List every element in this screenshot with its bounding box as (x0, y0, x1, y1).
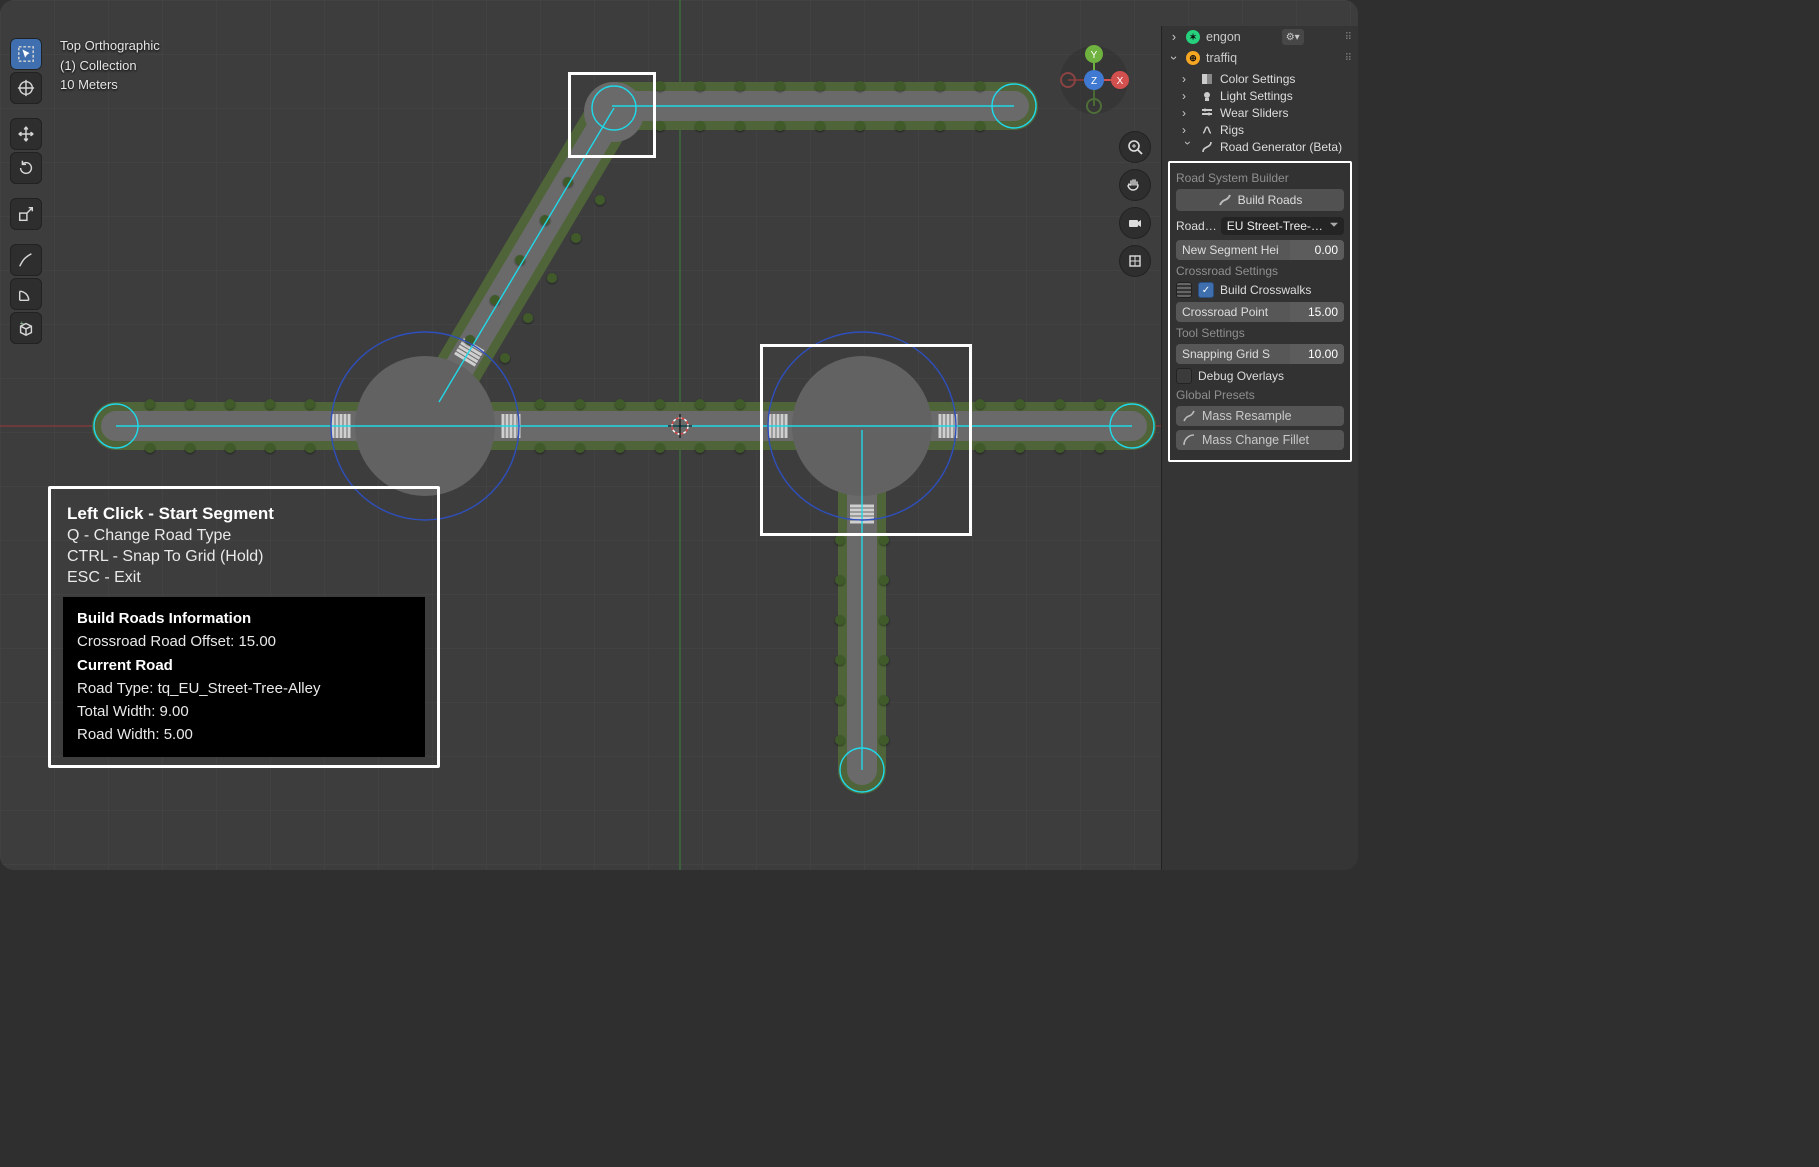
mass-change-fillet-button[interactable]: Mass Change Fillet (1176, 430, 1344, 450)
traffiq-subpanel: ›Color Settings ›Light Settings ›Wear Sl… (1162, 68, 1358, 157)
section-global-presets: Global Presets (1176, 388, 1344, 402)
road-type-dropdown[interactable]: EU Street-Tree-… (1221, 217, 1344, 235)
add-cube-tool[interactable]: + (10, 312, 42, 344)
section-crossroad: Crossroad Settings (1176, 264, 1344, 278)
shortcut-ctrl: CTRL - Snap To Grid (Hold) (67, 548, 421, 566)
engon-icon: ✶ (1186, 30, 1200, 44)
persp-ortho-icon[interactable] (1120, 246, 1150, 276)
camera-icon[interactable] (1120, 208, 1150, 238)
sub-color-settings[interactable]: ›Color Settings (1182, 70, 1352, 87)
addon-traffiq-label: traffiq (1206, 51, 1237, 65)
move-tool[interactable] (10, 118, 42, 150)
drag-grip-icon[interactable]: ⠿ (1345, 32, 1352, 43)
crosswalk-icon (1176, 282, 1192, 298)
info-total-width: Total Width: 9.00 (77, 700, 411, 723)
tool-shelf: + (10, 38, 42, 344)
info-current-road: Current Road (77, 654, 411, 677)
shortcut-q: Q - Change Road Type (67, 527, 421, 545)
road-type-label: Road… (1176, 219, 1217, 233)
n-panel: › ✶ engon ⚙▾ ⠿ › ⊕ traffiq ⠿ ›Color Sett… (1161, 26, 1358, 870)
road-icon (1218, 193, 1232, 207)
fillet-icon (1182, 433, 1196, 447)
snap-grid-field[interactable]: Snapping Grid S 10.00 (1176, 344, 1344, 364)
info-road-width: Road Width: 5.00 (77, 723, 411, 746)
cursor-tool[interactable] (10, 72, 42, 104)
sub-road-generator[interactable]: ›Road Generator (Beta) (1182, 138, 1352, 155)
shortcut-left-click: Left Click - Start Segment (67, 504, 421, 524)
addon-traffiq-row[interactable]: › ⊕ traffiq ⠿ (1162, 48, 1358, 68)
section-tool-settings: Tool Settings (1176, 326, 1344, 340)
nav-gizmo[interactable]: X Y Z (1058, 44, 1130, 116)
measure-tool[interactable] (10, 278, 42, 310)
chevron-down-icon: › (1167, 52, 1181, 64)
info-title: Build Roads Information (77, 607, 411, 630)
svg-text:Z: Z (1091, 76, 1097, 87)
sub-rigs[interactable]: ›Rigs (1182, 121, 1352, 138)
build-roads-info: Build Roads Information Crossroad Road O… (63, 597, 425, 757)
gear-dropdown-icon[interactable]: ⚙▾ (1282, 29, 1304, 45)
shortcuts-overlay: Left Click - Start Segment Q - Change Ro… (48, 486, 440, 768)
viewport-3d[interactable]: Options + Top Orthographic (1) Collectio… (0, 0, 1358, 870)
info-road-type: Road Type: tq_EU_Street-Tree-Alley (77, 677, 411, 700)
pan-icon[interactable] (1120, 170, 1150, 200)
info-cross-offset: Crossroad Road Offset: 15.00 (77, 630, 411, 653)
traffiq-icon: ⊕ (1186, 51, 1200, 65)
build-roads-button[interactable]: Build Roads (1176, 189, 1344, 211)
sub-wear-sliders[interactable]: ›Wear Sliders (1182, 104, 1352, 121)
build-crosswalks-checkbox[interactable]: ✓ Build Crosswalks (1176, 282, 1344, 298)
viewport-utilities (1120, 132, 1150, 276)
rotate-tool[interactable] (10, 152, 42, 184)
highlight-box-bend (568, 72, 656, 158)
select-box-tool[interactable] (10, 38, 42, 70)
addon-engon-row[interactable]: › ✶ engon ⚙▾ ⠿ (1162, 26, 1358, 48)
chevron-right-icon: › (1168, 30, 1180, 44)
debug-overlays-checkbox[interactable]: Debug Overlays (1176, 368, 1344, 384)
road-generator-panel: Road System Builder Build Roads Road… EU… (1168, 161, 1352, 462)
svg-text:+: + (20, 319, 24, 327)
drag-grip-icon[interactable]: ⠿ (1345, 53, 1352, 64)
addon-engon-label: engon (1206, 30, 1241, 44)
sub-light-settings[interactable]: ›Light Settings (1182, 87, 1352, 104)
mass-resample-button[interactable]: Mass Resample (1176, 406, 1344, 426)
scale-tool[interactable] (10, 198, 42, 230)
shortcut-esc: ESC - Exit (67, 569, 421, 587)
crossroad-point-field[interactable]: Crossroad Point 15.00 (1176, 302, 1344, 322)
section-road-system: Road System Builder (1176, 171, 1344, 185)
annotate-tool[interactable] (10, 244, 42, 276)
highlight-box-tjunction (760, 344, 972, 536)
zoom-icon[interactable] (1120, 132, 1150, 162)
checkbox-on-icon: ✓ (1198, 282, 1214, 298)
svg-text:Y: Y (1091, 50, 1098, 61)
curve-icon (1182, 409, 1196, 423)
segment-height-field[interactable]: New Segment Hei 0.00 (1176, 240, 1344, 260)
checkbox-off-icon (1176, 368, 1192, 384)
svg-text:X: X (1117, 76, 1124, 87)
